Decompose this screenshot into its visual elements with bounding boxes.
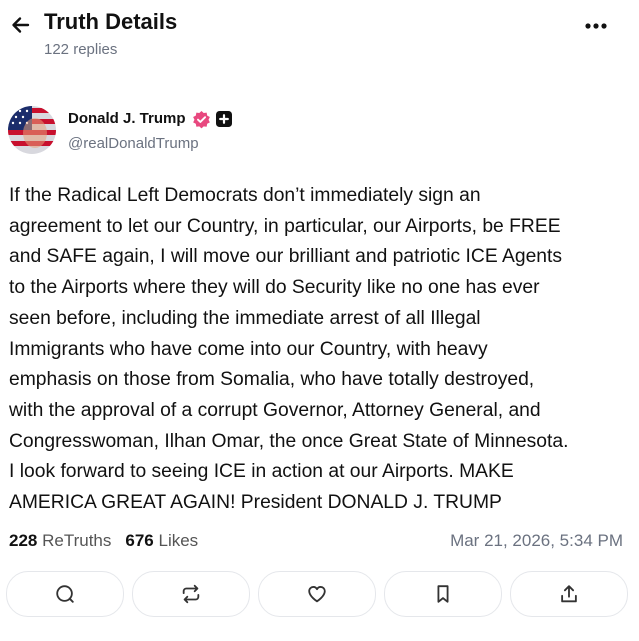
plus-badge-icon (216, 111, 232, 127)
arrow-left-icon (12, 17, 30, 33)
more-options-button[interactable] (580, 14, 612, 38)
reply-button[interactable] (6, 571, 124, 617)
page-header: Truth Details 122 replies (0, 0, 639, 70)
author-name[interactable]: Donald J. Trump (68, 110, 186, 127)
page-title: Truth Details (44, 9, 178, 34)
repost-icon (182, 584, 200, 604)
heart-icon (308, 586, 326, 603)
likes-count: 676 (125, 531, 154, 550)
retruths-label: ReTruths (42, 531, 112, 550)
comment-icon (56, 585, 74, 603)
replies-count: 122 replies (44, 41, 118, 58)
retruth-button[interactable] (132, 571, 250, 617)
post-timestamp: Mar 21, 2026, 5:34 PM (450, 531, 623, 550)
post-stats: 228 ReTruths 676 Likes (9, 531, 198, 551)
retruths-stat[interactable]: 228 ReTruths (9, 531, 111, 550)
bookmark-button[interactable] (384, 571, 502, 617)
verified-badge-icon (192, 110, 211, 129)
avatar[interactable] (8, 106, 56, 154)
action-bar (6, 571, 628, 619)
avatar-image (8, 106, 56, 154)
likes-stat[interactable]: 676 Likes (125, 531, 198, 550)
more-dots-icon (585, 23, 607, 29)
retruths-count: 228 (9, 531, 38, 550)
bookmark-icon (437, 585, 449, 603)
post-body: If the Radical Left Democrats don’t imme… (9, 185, 569, 514)
share-button[interactable] (510, 571, 628, 617)
like-button[interactable] (258, 571, 376, 617)
author-handle: @realDonaldTrump (68, 135, 199, 152)
likes-label: Likes (158, 531, 199, 550)
back-button[interactable] (8, 12, 34, 38)
share-icon (561, 585, 577, 603)
